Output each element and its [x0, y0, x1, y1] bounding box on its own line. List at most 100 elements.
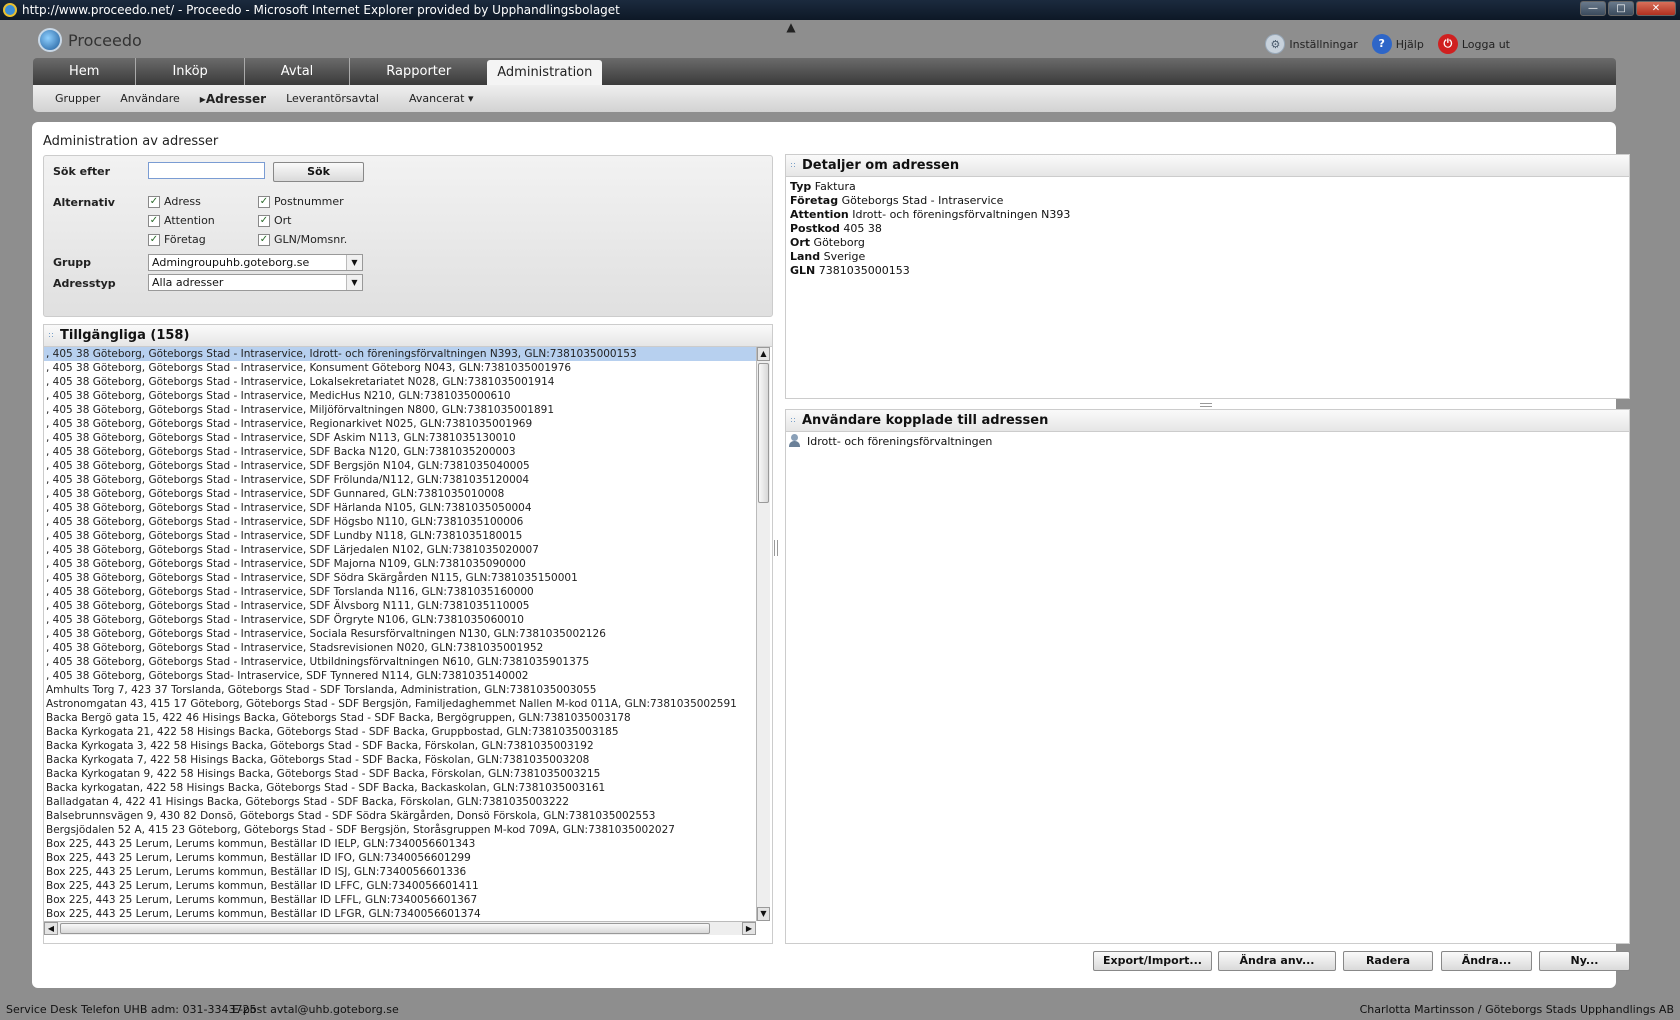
horizontal-splitter[interactable] — [1200, 403, 1212, 407]
list-item[interactable]: , 405 38 Göteborg, Göteborgs Stad - Intr… — [44, 613, 756, 627]
list-item[interactable]: Balsebrunnsvägen 9, 430 82 Donsö, Götebo… — [44, 809, 756, 823]
list-item[interactable]: , 405 38 Göteborg, Göteborgs Stad - Intr… — [44, 529, 756, 543]
scroll-down-icon[interactable]: ▼ — [757, 907, 770, 921]
list-item[interactable]: Amhults Torg 7, 423 37 Torslanda, Götebo… — [44, 683, 756, 697]
scroll-up-icon[interactable]: ▲ — [757, 347, 770, 361]
collapse-arrow-icon[interactable]: ▲ — [783, 20, 799, 34]
user-item[interactable]: Idrott- och föreningsförvaltningen — [788, 434, 992, 448]
subnav-adresser[interactable]: ▸Adresser — [200, 92, 266, 106]
list-item[interactable]: , 405 38 Göteborg, Göteborgs Stad - Intr… — [44, 557, 756, 571]
list-item[interactable]: Balladgatan 4, 422 41 Hisings Backa, Göt… — [44, 795, 756, 809]
vertical-scrollbar[interactable]: ▲ ▼ — [756, 347, 770, 921]
hscroll-thumb[interactable] — [60, 923, 710, 934]
subnav-anvandare[interactable]: Användare — [120, 92, 180, 105]
tab-inkop[interactable]: Inköp — [136, 58, 245, 85]
users-header: Användare kopplade till adressen — [786, 410, 1629, 432]
available-header: Tillgängliga (158) — [44, 325, 772, 347]
list-item[interactable]: , 405 38 Göteborg, Göteborgs Stad - Intr… — [44, 543, 756, 557]
list-item[interactable]: Box 225, 443 25 Lerum, Lerums kommun, Be… — [44, 837, 756, 851]
grip-icon — [790, 417, 797, 424]
subnav-avancerat[interactable]: Avancerat ▾ — [409, 92, 474, 105]
list-item[interactable]: , 405 38 Göteborg, Göteborgs Stad - Intr… — [44, 403, 756, 417]
subnav-leverantorsavtal[interactable]: Leverantörsavtal — [286, 92, 379, 105]
subnav-grupper[interactable]: Grupper — [55, 92, 100, 105]
horizontal-scrollbar[interactable]: ◀ ▶ — [44, 921, 756, 935]
list-item[interactable]: Backa Kyrkogatan 9, 422 58 Hisings Backa… — [44, 767, 756, 781]
detail-value: Sverige — [823, 250, 866, 263]
list-item[interactable]: Astronomgatan 43, 415 17 Göteborg, Göteb… — [44, 697, 756, 711]
list-item[interactable]: Box 225, 443 25 Lerum, Lerums kommun, Be… — [44, 851, 756, 865]
group-select[interactable]: Admingroupuhb.goteborg.se ▼ — [148, 254, 363, 271]
detail-key: Postkod — [790, 222, 840, 235]
scroll-thumb[interactable] — [758, 363, 769, 503]
list-item[interactable]: Backa Bergö gata 15, 422 46 Hisings Back… — [44, 711, 756, 725]
list-item[interactable]: , 405 38 Göteborg, Göteborgs Stad - Intr… — [44, 473, 756, 487]
checkbox-icon: ✓ — [258, 214, 270, 227]
option-gln[interactable]: ✓ GLN/Momsnr. — [258, 233, 347, 246]
list-item[interactable]: , 405 38 Göteborg, Göteborgs Stad - Intr… — [44, 655, 756, 669]
address-list[interactable]: , 405 38 Göteborg, Göteborgs Stad - Intr… — [44, 347, 756, 920]
edit-button[interactable]: Ändra... — [1441, 951, 1532, 971]
maximize-button[interactable]: □ — [1608, 1, 1634, 16]
sub-nav: Grupper Användare ▸Adresser Leverantörsa… — [33, 85, 1616, 112]
logout-link[interactable]: ⏻ Logga ut — [1437, 34, 1510, 54]
list-item[interactable]: , 405 38 Göteborg, Göteborgs Stad - Intr… — [44, 445, 756, 459]
list-item[interactable]: Box 225, 443 25 Lerum, Lerums kommun, Be… — [44, 893, 756, 907]
scroll-right-icon[interactable]: ▶ — [742, 922, 756, 935]
minimize-button[interactable]: — — [1580, 1, 1606, 16]
list-item[interactable]: , 405 38 Göteborg, Göteborgs Stad - Intr… — [44, 487, 756, 501]
option-adress[interactable]: ✓ Adress — [148, 195, 201, 208]
option-foretag[interactable]: ✓ Företag — [148, 233, 206, 246]
list-item[interactable]: , 405 38 Göteborg, Göteborgs Stad - Intr… — [44, 347, 756, 361]
list-item[interactable]: , 405 38 Göteborg, Göteborgs Stad - Intr… — [44, 431, 756, 445]
list-item[interactable]: Backa kyrkogatan, 422 58 Hisings Backa, … — [44, 781, 756, 795]
available-header-label: Tillgängliga (158) — [60, 328, 190, 343]
list-item[interactable]: , 405 38 Göteborg, Göteborgs Stad - Intr… — [44, 501, 756, 515]
detail-postkod: Postkod 405 38 — [790, 222, 1070, 236]
list-item[interactable]: , 405 38 Göteborg, Göteborgs Stad - Intr… — [44, 375, 756, 389]
checkbox-icon: ✓ — [258, 195, 270, 208]
list-item[interactable]: Backa Kyrkogata 7, 422 58 Hisings Backa,… — [44, 753, 756, 767]
tab-avtal[interactable]: Avtal — [245, 58, 351, 85]
list-item[interactable]: Backa Kyrkogata 21, 422 58 Hisings Backa… — [44, 725, 756, 739]
tab-rapporter[interactable]: Rapporter — [350, 58, 487, 85]
list-item[interactable]: , 405 38 Göteborg, Göteborgs Stad - Intr… — [44, 585, 756, 599]
scroll-left-icon[interactable]: ◀ — [44, 922, 58, 935]
addrtype-label: Adresstyp — [53, 277, 116, 290]
option-ort[interactable]: ✓ Ort — [258, 214, 292, 227]
option-postnummer[interactable]: ✓ Postnummer — [258, 195, 344, 208]
vertical-splitter[interactable] — [774, 540, 778, 556]
change-user-button[interactable]: Ändra anv... — [1218, 951, 1336, 971]
new-button[interactable]: Ny... — [1539, 951, 1630, 971]
list-item[interactable]: , 405 38 Göteborg, Göteborgs Stad - Intr… — [44, 515, 756, 529]
list-item[interactable]: , 405 38 Göteborg, Göteborgs Stad - Intr… — [44, 361, 756, 375]
export-import-button[interactable]: Export/Import... — [1093, 951, 1212, 971]
list-item[interactable]: , 405 38 Göteborg, Göteborgs Stad - Intr… — [44, 459, 756, 473]
list-item[interactable]: , 405 38 Göteborg, Göteborgs Stad - Intr… — [44, 571, 756, 585]
list-item[interactable]: , 405 38 Göteborg, Göteborgs Stad - Intr… — [44, 641, 756, 655]
list-item[interactable]: , 405 38 Göteborg, Göteborgs Stad- Intra… — [44, 669, 756, 683]
list-item[interactable]: Box 225, 443 25 Lerum, Lerums kommun, Be… — [44, 879, 756, 893]
list-item[interactable]: Box 225, 443 25 Lerum, Lerums kommun, Be… — [44, 865, 756, 879]
detail-value: Göteborg — [813, 236, 865, 249]
tab-hem[interactable]: Hem — [33, 58, 137, 85]
delete-button[interactable]: Radera — [1343, 951, 1433, 971]
search-button[interactable]: Sök — [273, 162, 364, 182]
list-item[interactable]: , 405 38 Göteborg, Göteborgs Stad - Intr… — [44, 599, 756, 613]
option-attention[interactable]: ✓ Attention — [148, 214, 215, 227]
list-item[interactable]: , 405 38 Göteborg, Göteborgs Stad - Intr… — [44, 389, 756, 403]
search-input[interactable] — [148, 162, 265, 179]
settings-link[interactable]: ⚙ Inställningar — [1265, 34, 1358, 54]
list-item[interactable]: Bergsjödalen 52 A, 415 23 Göteborg, Göte… — [44, 823, 756, 837]
addrtype-select[interactable]: Alla adresser ▼ — [148, 274, 363, 291]
list-item[interactable]: Backa Kyrkogata 3, 422 58 Hisings Backa,… — [44, 739, 756, 753]
details-header-label: Detaljer om adressen — [802, 158, 960, 173]
list-item[interactable]: , 405 38 Göteborg, Göteborgs Stad - Intr… — [44, 417, 756, 431]
list-item[interactable]: , 405 38 Göteborg, Göteborgs Stad - Intr… — [44, 627, 756, 641]
top-links: ⚙ Inställningar ? Hjälp ⏻ Logga ut — [1265, 34, 1510, 54]
help-link[interactable]: ? Hjälp — [1371, 34, 1424, 54]
app-logo[interactable]: Proceedo — [38, 28, 142, 52]
tab-administration[interactable]: Administration — [487, 60, 603, 85]
list-item[interactable]: Box 225, 443 25 Lerum, Lerums kommun, Be… — [44, 907, 756, 920]
close-button[interactable]: ✕ — [1636, 1, 1676, 16]
